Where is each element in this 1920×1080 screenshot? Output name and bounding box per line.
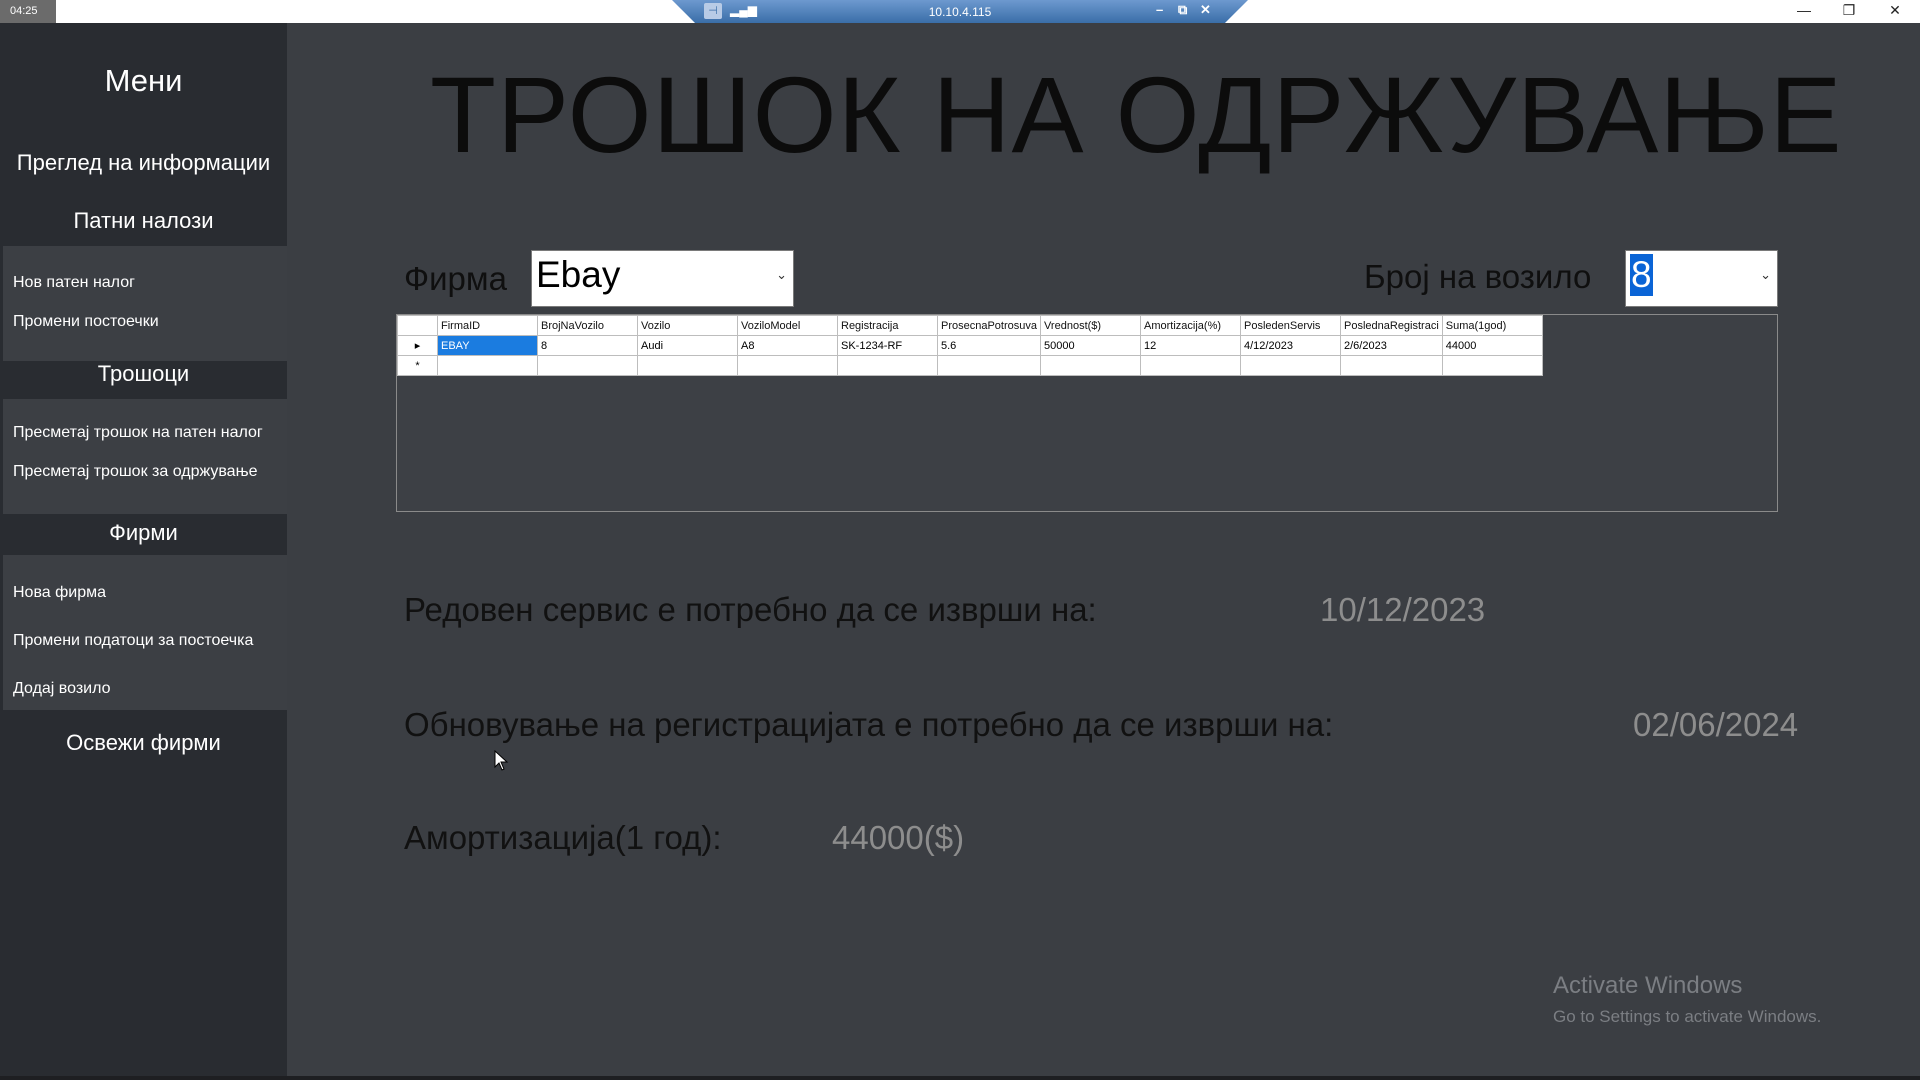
data-grid[interactable]: FirmaID BrojNaVozilo Vozilo VoziloModel … bbox=[396, 314, 1778, 512]
table-cell[interactable] bbox=[637, 355, 738, 376]
table-cell[interactable]: 2/6/2023 bbox=[1340, 335, 1443, 356]
close-icon[interactable]: ✕ bbox=[1872, 0, 1918, 23]
column-header[interactable]: Suma(1god) bbox=[1441, 315, 1543, 336]
chevron-down-icon[interactable]: ⌄ bbox=[776, 267, 787, 283]
sidebar-item-edit-existing[interactable]: Промени постоечки bbox=[13, 313, 159, 331]
table-cell[interactable]: EBAY bbox=[437, 335, 538, 356]
column-header[interactable]: BrojNaVozilo bbox=[537, 315, 638, 336]
column-header[interactable]: ProsecnaPotrosuva bbox=[937, 315, 1041, 336]
vehicle-combobox[interactable]: 8 ⌄ bbox=[1625, 250, 1778, 307]
bottom-edge bbox=[0, 1076, 1920, 1080]
table-cell[interactable] bbox=[437, 355, 538, 376]
registration-value: 02/06/2024 bbox=[1633, 706, 1799, 743]
menu-title: Мени bbox=[104, 63, 183, 98]
table-cell[interactable] bbox=[837, 355, 938, 376]
table-cell[interactable] bbox=[1040, 355, 1141, 376]
column-header[interactable]: Amortizacija(%) bbox=[1140, 315, 1241, 336]
column-header[interactable]: Vrednost($) bbox=[1040, 315, 1141, 336]
service-label: Редовен сервис е потребно да се изврши н… bbox=[404, 591, 1097, 628]
new-row[interactable]: * bbox=[397, 355, 1543, 376]
vehicle-label: Број на возило bbox=[1364, 258, 1592, 295]
table-cell[interactable] bbox=[1240, 355, 1341, 376]
vehicle-value: 8 bbox=[1630, 254, 1653, 296]
column-header[interactable]: FirmaID bbox=[437, 315, 538, 336]
table-cell[interactable]: A8 bbox=[737, 335, 838, 356]
table-cell[interactable]: 44000 bbox=[1441, 335, 1543, 356]
current-row-icon[interactable]: ▸ bbox=[397, 335, 438, 356]
grid-header-row: FirmaID BrojNaVozilo Vozilo VoziloModel … bbox=[397, 315, 1543, 336]
rd-minimize-icon[interactable]: – bbox=[1156, 2, 1163, 17]
company-label: Фирма bbox=[404, 260, 507, 297]
company-combobox[interactable]: Ebay ⌄ bbox=[531, 250, 794, 307]
sidebar-item-calc-maintenance[interactable]: Пресметај трошок за одржување bbox=[13, 463, 257, 481]
table-cell[interactable] bbox=[937, 355, 1041, 376]
sidebar-item-new-order[interactable]: Нов патен налог bbox=[13, 274, 135, 292]
table-cell[interactable] bbox=[1441, 355, 1543, 376]
chevron-down-icon[interactable]: ⌄ bbox=[1760, 267, 1771, 283]
sidebar: Мени Преглед на информации Патни налози … bbox=[0, 23, 287, 1080]
page-title: ТРОШОК НА ОДРЖУВАЊЕ bbox=[430, 54, 1843, 175]
registration-label: Обновување на регистрацијата е потребно … bbox=[404, 706, 1334, 743]
restore-icon[interactable]: ❐ bbox=[1826, 0, 1872, 23]
table-cell[interactable]: 50000 bbox=[1040, 335, 1141, 356]
sidebar-item-new-company[interactable]: Нова фирма bbox=[13, 584, 106, 602]
table-cell[interactable]: 4/12/2023 bbox=[1240, 335, 1341, 356]
costs-group: Пресметај трошок на патен налог Пресмета… bbox=[3, 399, 287, 514]
grid-table: FirmaID BrojNaVozilo Vozilo VoziloModel … bbox=[397, 315, 1543, 376]
amortization-value: 44000($) bbox=[832, 819, 965, 856]
column-header[interactable]: Registracija bbox=[837, 315, 938, 336]
activate-windows-subtitle: Go to Settings to activate Windows. bbox=[1553, 1007, 1822, 1026]
clock: 04:25 bbox=[0, 0, 56, 23]
travel-orders-group: Нов патен налог Промени постоечки bbox=[3, 246, 287, 361]
sidebar-heading-costs[interactable]: Трошоци bbox=[0, 361, 287, 387]
sidebar-item-calc-order-cost[interactable]: Пресметај трошок на патен налог bbox=[13, 424, 263, 442]
table-cell[interactable]: 8 bbox=[537, 335, 638, 356]
table-cell[interactable] bbox=[537, 355, 638, 376]
column-header[interactable]: Vozilo bbox=[637, 315, 738, 336]
sidebar-item-edit-company[interactable]: Промени податоци за постоечка bbox=[13, 632, 253, 650]
column-header[interactable]: PoslednaRegistraci bbox=[1340, 315, 1443, 336]
rd-close-icon[interactable]: ✕ bbox=[1200, 2, 1211, 18]
table-cell[interactable] bbox=[737, 355, 838, 376]
table-cell[interactable]: Audi bbox=[637, 335, 738, 356]
sidebar-heading-travel-orders[interactable]: Патни налози bbox=[0, 208, 287, 234]
table-cell[interactable]: SK-1234-RF bbox=[837, 335, 938, 356]
minimize-icon[interactable]: — bbox=[1781, 0, 1827, 23]
table-cell[interactable]: 12 bbox=[1140, 335, 1241, 356]
rd-restore-icon[interactable]: ⧉ bbox=[1178, 2, 1187, 18]
amortization-label: Амортизација(1 год): bbox=[404, 819, 722, 856]
activate-windows-title: Activate Windows bbox=[1553, 972, 1743, 999]
table-cell[interactable] bbox=[1140, 355, 1241, 376]
column-header[interactable]: PosledenServis bbox=[1240, 315, 1341, 336]
companies-group: Нова фирма Промени податоци за постоечка… bbox=[3, 555, 287, 710]
row-header-corner bbox=[397, 315, 438, 336]
table-cell[interactable]: 5.6 bbox=[937, 335, 1041, 356]
column-header[interactable]: VoziloModel bbox=[737, 315, 838, 336]
table-cell[interactable] bbox=[1340, 355, 1443, 376]
sidebar-item-refresh-companies[interactable]: Освежи фирми bbox=[0, 730, 287, 756]
table-row[interactable]: ▸ EBAY 8 Audi A8 SK-1234-RF 5.6 50000 12… bbox=[397, 335, 1543, 356]
remote-desktop-bar[interactable]: ⊣ ▂▄▆ 10.10.4.115 – ⧉ ✕ bbox=[672, 0, 1248, 23]
service-value: 10/12/2023 bbox=[1320, 591, 1486, 628]
new-row-icon[interactable]: * bbox=[397, 355, 438, 376]
sidebar-heading-companies[interactable]: Фирми bbox=[0, 520, 287, 546]
window-title-bar: 04:25 ⊣ ▂▄▆ 10.10.4.115 – ⧉ ✕ — ❐ ✕ bbox=[0, 0, 1920, 23]
sidebar-item-overview[interactable]: Преглед на информации bbox=[0, 150, 287, 176]
sidebar-item-add-vehicle[interactable]: Додај возило bbox=[13, 680, 111, 698]
company-value: Ebay bbox=[536, 254, 621, 295]
